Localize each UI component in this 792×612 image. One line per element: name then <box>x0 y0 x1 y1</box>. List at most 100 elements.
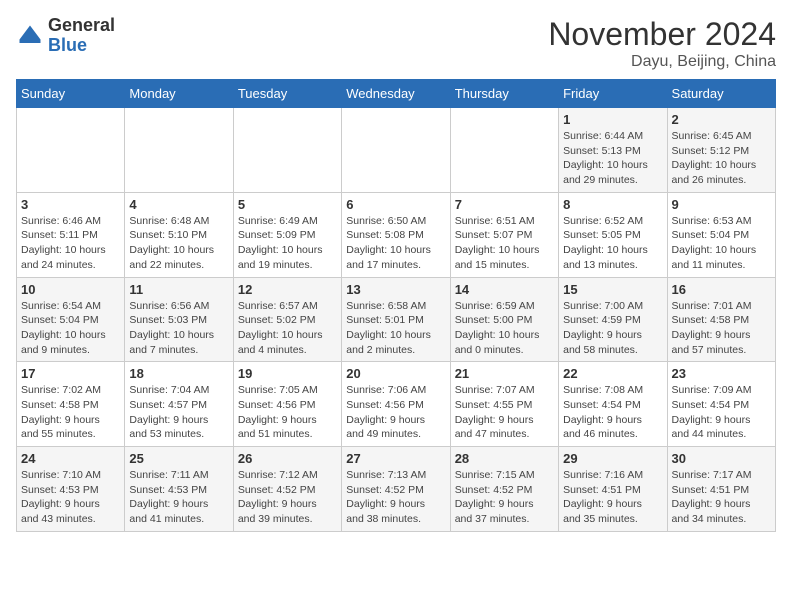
calendar-cell: 30 Sunrise: 7:17 AM Sunset: 4:51 PM Dayli… <box>667 447 775 532</box>
logo: General Blue <box>16 16 115 56</box>
calendar-cell: 14 Sunrise: 6:59 AM Sunset: 5:00 PM Dayli… <box>450 277 558 362</box>
weekday-header-row: SundayMondayTuesdayWednesdayThursdayFrid… <box>17 80 776 108</box>
weekday-header-monday: Monday <box>125 80 233 108</box>
calendar-cell: 2 Sunrise: 6:45 AM Sunset: 5:12 PM Daylig… <box>667 108 775 193</box>
day-number: 25 <box>129 451 228 466</box>
day-number: 2 <box>672 112 771 127</box>
day-number: 8 <box>563 197 662 212</box>
day-info: Sunrise: 6:50 AM Sunset: 5:08 PM Dayligh… <box>346 214 445 273</box>
day-number: 16 <box>672 282 771 297</box>
calendar-cell: 18Sunrise: 7:04 AM Sunset: 4:57 PM Dayli… <box>125 362 233 447</box>
calendar-cell: 8 Sunrise: 6:52 AM Sunset: 5:05 PM Daylig… <box>559 192 667 277</box>
logo-blue-text: Blue <box>48 35 87 55</box>
day-info: Sunrise: 7:02 AM Sunset: 4:58 PM Dayligh… <box>21 383 120 442</box>
day-info: Sunrise: 7:17 AM Sunset: 4:51 PM Dayligh… <box>672 468 771 527</box>
title-block: November 2024 Dayu, Beijing, China <box>548 16 776 71</box>
calendar-cell <box>233 108 341 193</box>
calendar-cell: 20Sunrise: 7:06 AM Sunset: 4:56 PM Dayli… <box>342 362 450 447</box>
day-info: Sunrise: 7:13 AM Sunset: 4:52 PM Dayligh… <box>346 468 445 527</box>
day-info: Sunrise: 7:01 AM Sunset: 4:58 PM Dayligh… <box>672 299 771 358</box>
calendar-cell: 22 Sunrise: 7:08 AM Sunset: 4:54 PM Dayli… <box>559 362 667 447</box>
calendar-week-row: 1Sunrise: 6:44 AM Sunset: 5:13 PM Daylig… <box>17 108 776 193</box>
day-number: 29 <box>563 451 662 466</box>
day-number: 9 <box>672 197 771 212</box>
day-number: 27 <box>346 451 445 466</box>
calendar-cell <box>342 108 450 193</box>
weekday-header-wednesday: Wednesday <box>342 80 450 108</box>
day-number: 13 <box>346 282 445 297</box>
calendar-cell: 27 Sunrise: 7:13 AM Sunset: 4:52 PM Dayli… <box>342 447 450 532</box>
page-header: General Blue November 2024 Dayu, Beijing… <box>16 16 776 71</box>
day-info: Sunrise: 6:45 AM Sunset: 5:12 PM Dayligh… <box>672 129 771 188</box>
day-number: 6 <box>346 197 445 212</box>
day-info: Sunrise: 6:57 AM Sunset: 5:02 PM Dayligh… <box>238 299 337 358</box>
day-number: 12 <box>238 282 337 297</box>
calendar-cell: 24 Sunrise: 7:10 AM Sunset: 4:53 PM Dayli… <box>17 447 125 532</box>
logo-icon <box>16 22 44 50</box>
calendar-cell: 5 Sunrise: 6:49 AM Sunset: 5:09 PM Daylig… <box>233 192 341 277</box>
weekday-header-sunday: Sunday <box>17 80 125 108</box>
calendar-cell: 25Sunrise: 7:11 AM Sunset: 4:53 PM Dayli… <box>125 447 233 532</box>
day-number: 3 <box>21 197 120 212</box>
calendar-week-row: 10 Sunrise: 6:54 AM Sunset: 5:04 PM Dayli… <box>17 277 776 362</box>
day-number: 5 <box>238 197 337 212</box>
calendar-cell: 6 Sunrise: 6:50 AM Sunset: 5:08 PM Daylig… <box>342 192 450 277</box>
day-number: 21 <box>455 366 554 381</box>
calendar-week-row: 24 Sunrise: 7:10 AM Sunset: 4:53 PM Dayli… <box>17 447 776 532</box>
day-number: 19 <box>238 366 337 381</box>
logo-general-text: General <box>48 15 115 35</box>
day-number: 1 <box>563 112 662 127</box>
day-info: Sunrise: 7:10 AM Sunset: 4:53 PM Dayligh… <box>21 468 120 527</box>
day-info: Sunrise: 6:51 AM Sunset: 5:07 PM Dayligh… <box>455 214 554 273</box>
location-subtitle: Dayu, Beijing, China <box>548 53 776 71</box>
day-info: Sunrise: 7:07 AM Sunset: 4:55 PM Dayligh… <box>455 383 554 442</box>
day-info: Sunrise: 7:12 AM Sunset: 4:52 PM Dayligh… <box>238 468 337 527</box>
day-number: 30 <box>672 451 771 466</box>
calendar-cell: 9 Sunrise: 6:53 AM Sunset: 5:04 PM Daylig… <box>667 192 775 277</box>
day-info: Sunrise: 6:54 AM Sunset: 5:04 PM Dayligh… <box>21 299 120 358</box>
day-number: 7 <box>455 197 554 212</box>
calendar-cell: 11Sunrise: 6:56 AM Sunset: 5:03 PM Dayli… <box>125 277 233 362</box>
calendar-cell: 28 Sunrise: 7:15 AM Sunset: 4:52 PM Dayli… <box>450 447 558 532</box>
day-number: 14 <box>455 282 554 297</box>
day-number: 26 <box>238 451 337 466</box>
day-info: Sunrise: 7:05 AM Sunset: 4:56 PM Dayligh… <box>238 383 337 442</box>
weekday-header-thursday: Thursday <box>450 80 558 108</box>
day-info: Sunrise: 6:49 AM Sunset: 5:09 PM Dayligh… <box>238 214 337 273</box>
day-info: Sunrise: 7:16 AM Sunset: 4:51 PM Dayligh… <box>563 468 662 527</box>
day-info: Sunrise: 6:56 AM Sunset: 5:03 PM Dayligh… <box>129 299 228 358</box>
day-number: 23 <box>672 366 771 381</box>
day-info: Sunrise: 7:08 AM Sunset: 4:54 PM Dayligh… <box>563 383 662 442</box>
day-number: 15 <box>563 282 662 297</box>
day-number: 28 <box>455 451 554 466</box>
calendar-cell: 26 Sunrise: 7:12 AM Sunset: 4:52 PM Dayli… <box>233 447 341 532</box>
calendar-cell: 3 Sunrise: 6:46 AM Sunset: 5:11 PM Daylig… <box>17 192 125 277</box>
calendar-cell: 16 Sunrise: 7:01 AM Sunset: 4:58 PM Dayli… <box>667 277 775 362</box>
day-number: 10 <box>21 282 120 297</box>
day-info: Sunrise: 7:15 AM Sunset: 4:52 PM Dayligh… <box>455 468 554 527</box>
day-number: 24 <box>21 451 120 466</box>
calendar-week-row: 3 Sunrise: 6:46 AM Sunset: 5:11 PM Daylig… <box>17 192 776 277</box>
day-info: Sunrise: 6:52 AM Sunset: 5:05 PM Dayligh… <box>563 214 662 273</box>
calendar-cell: 23Sunrise: 7:09 AM Sunset: 4:54 PM Dayli… <box>667 362 775 447</box>
day-number: 22 <box>563 366 662 381</box>
month-title: November 2024 <box>548 16 776 53</box>
calendar-cell: 7 Sunrise: 6:51 AM Sunset: 5:07 PM Daylig… <box>450 192 558 277</box>
day-info: Sunrise: 7:06 AM Sunset: 4:56 PM Dayligh… <box>346 383 445 442</box>
day-info: Sunrise: 6:46 AM Sunset: 5:11 PM Dayligh… <box>21 214 120 273</box>
day-number: 4 <box>129 197 228 212</box>
weekday-header-tuesday: Tuesday <box>233 80 341 108</box>
calendar-cell: 13 Sunrise: 6:58 AM Sunset: 5:01 PM Dayli… <box>342 277 450 362</box>
day-info: Sunrise: 6:58 AM Sunset: 5:01 PM Dayligh… <box>346 299 445 358</box>
calendar-week-row: 17Sunrise: 7:02 AM Sunset: 4:58 PM Dayli… <box>17 362 776 447</box>
calendar-cell: 19 Sunrise: 7:05 AM Sunset: 4:56 PM Dayli… <box>233 362 341 447</box>
calendar-cell: 10 Sunrise: 6:54 AM Sunset: 5:04 PM Dayli… <box>17 277 125 362</box>
day-info: Sunrise: 6:53 AM Sunset: 5:04 PM Dayligh… <box>672 214 771 273</box>
calendar-cell <box>450 108 558 193</box>
day-info: Sunrise: 6:59 AM Sunset: 5:00 PM Dayligh… <box>455 299 554 358</box>
calendar-cell: 15Sunrise: 7:00 AM Sunset: 4:59 PM Dayli… <box>559 277 667 362</box>
calendar-cell: 4Sunrise: 6:48 AM Sunset: 5:10 PM Daylig… <box>125 192 233 277</box>
calendar-cell: 29 Sunrise: 7:16 AM Sunset: 4:51 PM Dayli… <box>559 447 667 532</box>
calendar-cell <box>125 108 233 193</box>
calendar-cell: 12 Sunrise: 6:57 AM Sunset: 5:02 PM Dayli… <box>233 277 341 362</box>
